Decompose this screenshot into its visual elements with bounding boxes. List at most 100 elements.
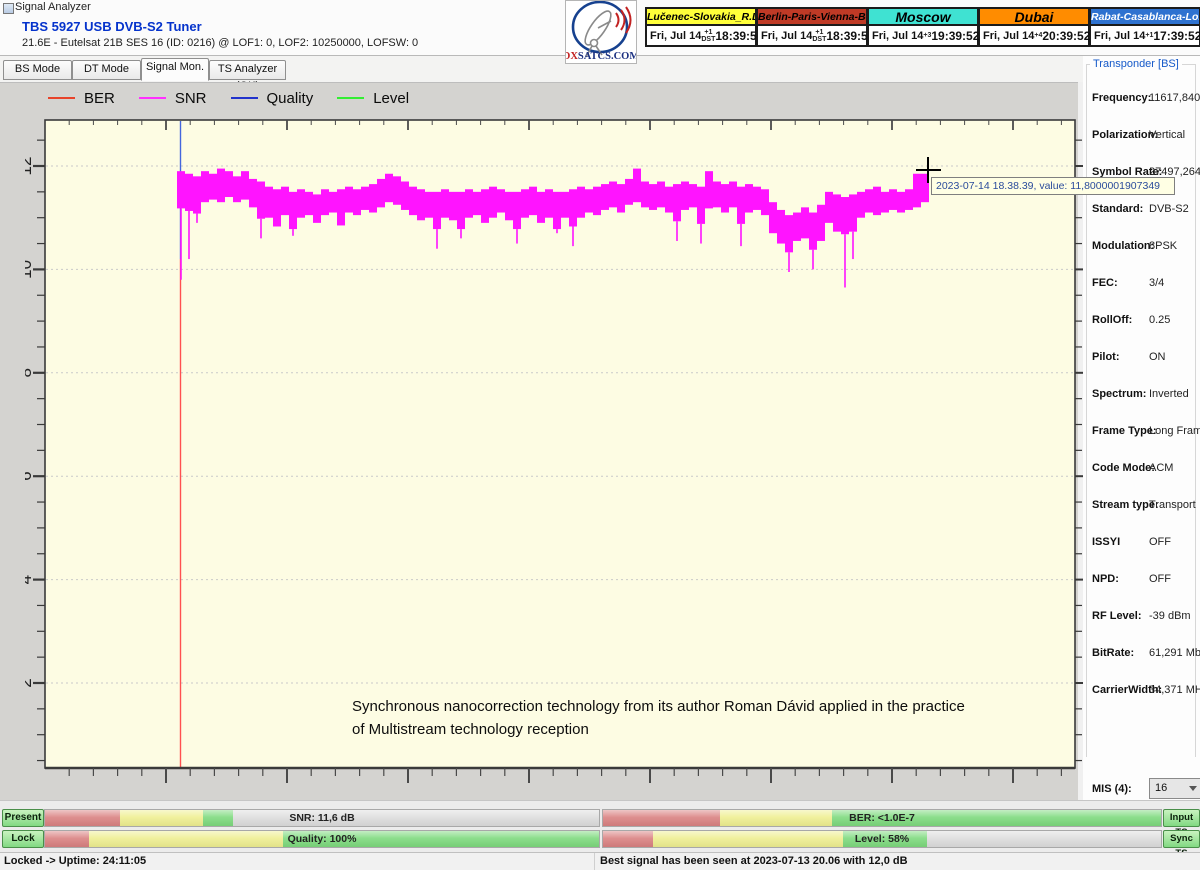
world-clocks: Lučenec-Slovakia_R.DávidFri, Jul 14+1DST… (645, 7, 1200, 47)
tab-bs-mode[interactable]: BS Mode (3, 60, 72, 80)
snr-trace-segment (777, 210, 785, 244)
tp-value-rolloff-: 0.25 (1149, 314, 1170, 326)
tp-label-standard-: Standard: (1092, 203, 1143, 215)
legend-label: Level (373, 90, 409, 107)
tp-label-code-mode-: Code Mode: (1092, 462, 1155, 474)
snr-trace-segment (841, 197, 849, 234)
snr-trace-segment (913, 174, 921, 208)
tp-label-npd-: NPD: (1092, 573, 1119, 585)
snr-trace-segment (553, 192, 561, 229)
value-tooltip: 2023-07-14 18.38.39, value: 11,800000190… (931, 177, 1175, 195)
snr-trace-segment (481, 189, 489, 223)
snr-trace-segment (649, 184, 657, 210)
snr-trace-segment (793, 213, 801, 241)
snr-trace-segment (193, 176, 201, 213)
y-tick-label: 12 (25, 157, 35, 176)
snr-trace-segment (345, 187, 353, 213)
snr-trace-segment (713, 182, 721, 208)
app-icon (3, 3, 14, 14)
tuner-title: TBS 5927 USB DVB-S2 Tuner (22, 19, 202, 34)
snr-trace-segment (657, 182, 665, 208)
snr-trace-segment (585, 189, 593, 212)
snr-trace-segment (289, 192, 297, 229)
clock-utc-offset: +1DST (812, 29, 826, 43)
clock-utc-offset: +4 (1034, 32, 1042, 39)
snr-trace-segment (489, 187, 497, 218)
snr-trace-segment (753, 187, 761, 210)
clock-utc-offset: +1 (1145, 32, 1153, 39)
tab-ts-analyzer-ok-[interactable]: TS Analyzer (OK) (209, 60, 286, 80)
snr-trace-segment (641, 182, 649, 208)
snr-trace-segment (537, 192, 545, 223)
snr-trace-segment (697, 187, 705, 224)
snr-trace-segment (513, 192, 521, 229)
bar-readout: Level: 58% (603, 831, 1161, 847)
tp-label-pilot-: Pilot: (1092, 351, 1120, 363)
snr-trace-segment (545, 189, 553, 217)
tp-label-rf-level-: RF Level: (1092, 610, 1142, 622)
tab-signal-mon-[interactable]: Signal Mon. (141, 58, 209, 81)
legend-label: Quality (267, 90, 314, 107)
mis-dropdown[interactable]: 16 (1149, 778, 1200, 799)
chart-legend: BER SNR Quality Level (48, 88, 433, 108)
snr-trace-segment (369, 184, 377, 212)
snr-trace-segment (281, 187, 289, 215)
snr-trace-segment (233, 176, 241, 202)
tp-label-issyi: ISSYI (1092, 536, 1120, 548)
legend-item-ber: BER (48, 90, 115, 107)
snr-trace-segment (393, 176, 401, 204)
snr-trace-segment (897, 192, 905, 213)
annotation-line2: of Multistream technology reception (352, 718, 992, 741)
snr-trace-segment (737, 187, 745, 224)
snr-trace-segment (721, 184, 729, 212)
snr-trace-segment (305, 192, 313, 215)
present-button[interactable]: Present (2, 809, 44, 827)
lock-uptime-status: Locked -> Uptime: 24:11:05 (4, 855, 590, 867)
annotation-line1: Synchronous nanocorrection technology fr… (352, 695, 992, 718)
mis-value: 16 (1155, 782, 1167, 794)
snr-trace-segment (625, 179, 633, 205)
legend-item-quality: Quality (231, 90, 314, 107)
snr-trace-segment (497, 189, 505, 212)
tp-value-code-mode-: ACM (1149, 462, 1173, 474)
input-ts-button[interactable]: Input TS (1163, 809, 1200, 827)
tp-value-modulation-: 8PSK (1149, 240, 1177, 252)
snr-trace-segment (833, 194, 841, 231)
tp-value-npd-: OFF (1149, 573, 1171, 585)
tp-label-spectrum-: Spectrum: (1092, 388, 1146, 400)
snr-trace-segment (849, 194, 857, 231)
legend-label: BER (84, 90, 115, 107)
lock-button[interactable]: Lock (2, 830, 44, 848)
snr-trace-segment (505, 192, 513, 220)
snr-trace-segment (209, 174, 217, 200)
snr-plot-area[interactable]: 24681012 (25, 110, 1087, 786)
clock-1: Lučenec-Slovakia_R.DávidFri, Jul 14+1DST… (645, 7, 757, 47)
legend-item-snr: SNR (139, 90, 207, 107)
snr-trace-segment (401, 182, 409, 210)
crosshair-cursor (927, 157, 929, 183)
clock-date: Fri, Jul 14 (650, 30, 701, 42)
tab-dt-mode[interactable]: DT Mode (72, 60, 141, 80)
dxsatcs-logo: DXSATCS.COM (565, 0, 637, 64)
snr-trace-segment (617, 184, 625, 212)
snr-trace-segment (761, 189, 769, 215)
snr-trace-segment (225, 171, 233, 197)
snr-trace-segment (633, 169, 641, 203)
snr-trace-segment (673, 184, 681, 221)
snr-trace-segment (681, 182, 689, 210)
clock-utc-offset: +3 (923, 32, 931, 39)
clock-time-row: Fri, Jul 14+117:39:52 (1091, 26, 1199, 45)
tp-label-frequency-: Frequency: (1092, 92, 1151, 104)
clock-time: 20:39:52 (1042, 29, 1090, 43)
best-signal-status: Best signal has been seen at 2023-07-13 … (600, 855, 908, 867)
snr-trace-segment (353, 189, 361, 215)
snr-trace-segment (529, 187, 537, 215)
snr-trace-segment (601, 184, 609, 210)
snr-trace-segment (873, 187, 881, 215)
tp-value-fec-: 3/4 (1149, 277, 1164, 289)
snr-trace-segment (665, 187, 673, 213)
tp-label-modulation-: Modulation: (1092, 240, 1154, 252)
tp-value-bitrate-: 61,291 Mbit/s (1149, 647, 1200, 659)
sync-ts-button[interactable]: Sync TS (1163, 830, 1200, 848)
snr-trace-segment (689, 184, 697, 207)
